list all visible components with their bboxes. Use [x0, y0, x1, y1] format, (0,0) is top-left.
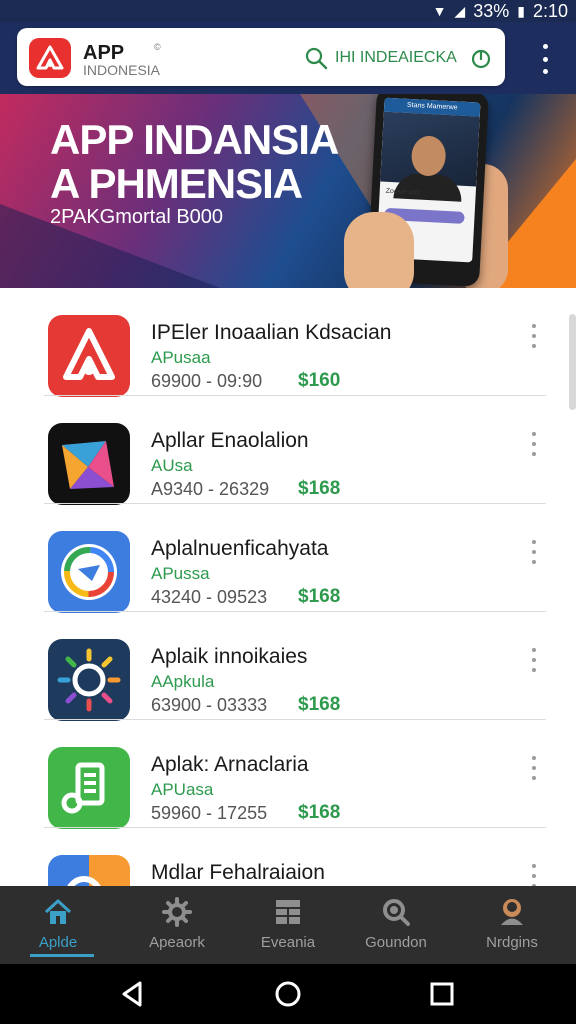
- app-name: Apllar Enaolalion: [151, 429, 309, 452]
- more-options-icon[interactable]: [530, 756, 538, 780]
- profile-icon: [501, 899, 523, 925]
- tab-label: Nrdgins: [486, 934, 538, 951]
- search-icon: [383, 899, 410, 926]
- app-name: Mdlar Fehalraiaion: [151, 861, 325, 884]
- app-price: $168: [298, 694, 341, 715]
- app-price: $168: [298, 478, 341, 499]
- tab-home[interactable]: Aplde: [8, 886, 108, 964]
- app-publisher: AUsa: [151, 456, 193, 475]
- clock: 2:10: [532, 0, 568, 21]
- system-navigation-bar: [0, 964, 576, 1024]
- home-button-icon[interactable]: [272, 978, 304, 1010]
- tab-label: Aplde: [38, 934, 78, 951]
- app-price: $160: [298, 370, 341, 391]
- home-icon: [44, 899, 72, 924]
- app-price: $168: [298, 586, 341, 607]
- red-app-icon: [48, 315, 130, 397]
- banner-title-line1: APP INDANSIA: [50, 116, 339, 163]
- app-publisher: APusaa: [151, 348, 211, 367]
- gear-icon: [162, 897, 192, 927]
- app-name: Aplalnuenficahyata: [151, 537, 329, 560]
- search-card: APP © INDONESIA: [17, 28, 505, 86]
- tab-events[interactable]: Eveania: [238, 886, 338, 964]
- list-item[interactable]: Aplaik innoikaies AApkula 63900 - 03333 …: [0, 612, 576, 721]
- phone-caption: Zoosie ann: [385, 187, 421, 197]
- promo-banner[interactable]: APP INDANSIA A PHMENSIA 2PAKGmortal B000…: [0, 94, 576, 288]
- wifi-icon: ▼: [432, 3, 447, 19]
- tab-label: Goundon: [365, 934, 427, 951]
- app-list: IPEler Inoaalian Kdsacian APusaa 69900 -…: [0, 288, 576, 886]
- more-options-icon[interactable]: [530, 648, 538, 672]
- app-meta: 59960 - 17255: [151, 803, 268, 823]
- app-meta: A9340 - 26329: [151, 479, 270, 499]
- circle-app-icon: [48, 531, 130, 613]
- app-price: $168: [298, 802, 341, 823]
- banner-subtitle: 2PAKGmortal B000: [50, 206, 224, 228]
- list-item[interactable]: Aplak: Arnaclaria APUasa 59960 - 17255 $…: [0, 720, 576, 829]
- more-options-icon[interactable]: [530, 540, 538, 564]
- list-item[interactable]: Aplalnuenficahyata APussa 43240 - 09523 …: [0, 504, 576, 613]
- back-icon[interactable]: [116, 978, 148, 1010]
- app-name: Aplak: Arnaclaria: [151, 753, 309, 776]
- list-item[interactable]: Mdlar Fehalraiaion: [0, 828, 576, 886]
- overflow-menu-button[interactable]: [536, 44, 554, 74]
- app-name: Aplaik innoikaies: [151, 645, 308, 668]
- search-input[interactable]: [335, 46, 475, 70]
- brand-subtitle: INDONESIA: [83, 62, 161, 78]
- more-options-icon[interactable]: [530, 864, 538, 886]
- status-bar: ▼ ◢ 33% ▮ 2:10: [0, 0, 576, 22]
- bottom-navigation: Aplde Apeaork Eveania Goundon Nrdgins: [0, 886, 576, 964]
- recents-icon[interactable]: [426, 978, 458, 1010]
- banner-title-line2: A PHMENSIA: [50, 160, 303, 207]
- tab-profile[interactable]: Nrdgins: [462, 886, 562, 964]
- more-options-icon[interactable]: [530, 324, 538, 348]
- signal-icon: ◢: [454, 2, 466, 19]
- app-name: IPEler Inoaalian Kdsacian: [151, 321, 392, 344]
- sun-app-icon: [48, 639, 130, 721]
- list-item[interactable]: Apllar Enaolalion AUsa A9340 - 26329 $16…: [0, 396, 576, 505]
- google-app-icon: [48, 855, 130, 886]
- brand-mark: ©: [154, 42, 161, 52]
- grid-icon: [276, 900, 300, 924]
- battery-icon: ▮: [517, 2, 525, 19]
- tab-label: Eveania: [260, 934, 316, 951]
- app-logo-icon[interactable]: [29, 38, 71, 78]
- app-publisher: AApkula: [151, 672, 215, 691]
- more-options-icon[interactable]: [530, 432, 538, 456]
- green-app-icon: [48, 747, 130, 829]
- list-item[interactable]: IPEler Inoaalian Kdsacian APusaa 69900 -…: [0, 288, 576, 397]
- app-publisher: APUasa: [151, 780, 214, 799]
- app-meta: 43240 - 09523: [151, 587, 268, 607]
- app-publisher: APussa: [151, 564, 210, 583]
- kite-app-icon: [48, 423, 130, 505]
- thumb-image: [344, 212, 414, 288]
- app-meta: 63900 - 03333: [151, 695, 268, 715]
- power-icon[interactable]: [469, 46, 493, 70]
- tab-settings[interactable]: Apeaork: [127, 886, 227, 964]
- app-meta: 69900 - 09:90: [151, 371, 263, 391]
- app-header: APP © INDONESIA: [0, 22, 576, 94]
- tab-label: Apeaork: [149, 934, 205, 951]
- search-icon[interactable]: [304, 46, 328, 70]
- battery-level: 33%: [473, 0, 510, 21]
- tab-search[interactable]: Goundon: [346, 886, 446, 964]
